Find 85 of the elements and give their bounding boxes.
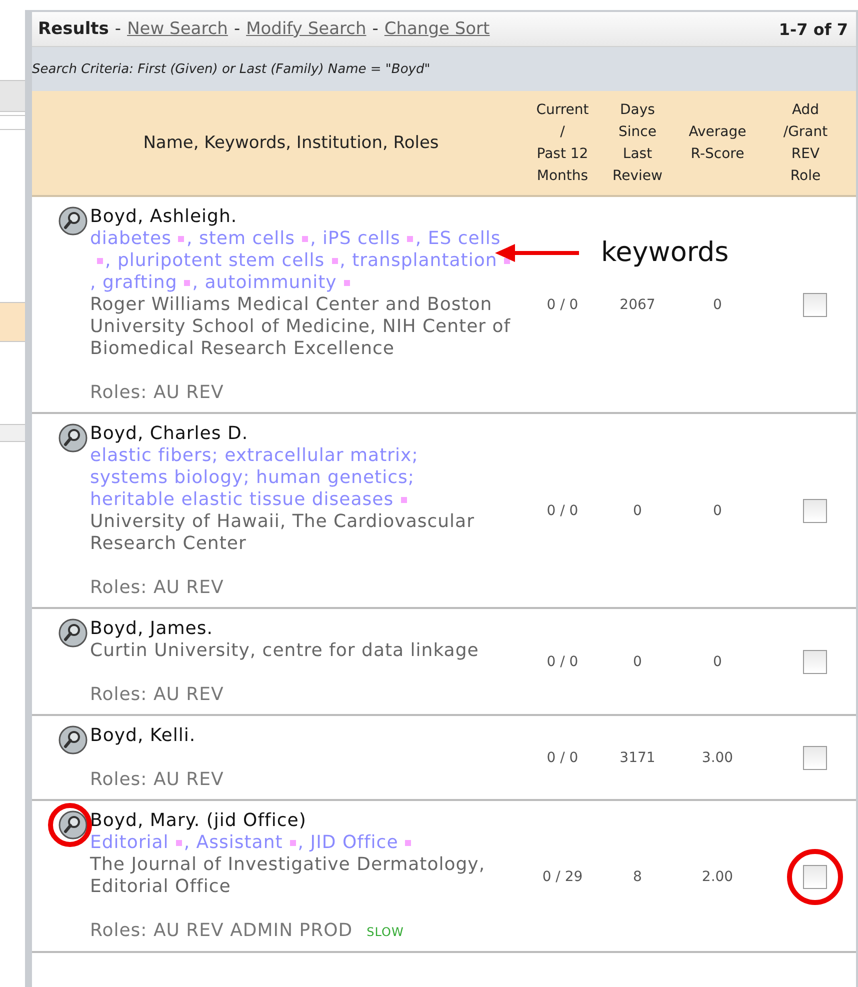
keyword-link[interactable]: Editorial xyxy=(90,832,169,853)
table-cell-text: 0 xyxy=(632,503,643,519)
separator-text: , xyxy=(184,832,190,853)
person-name: Boyd, Ashleigh. xyxy=(90,206,238,228)
table-cell-text: 0 xyxy=(712,297,723,313)
person-name: Boyd, James. xyxy=(90,618,214,640)
person-name: Boyd, Charles D. xyxy=(90,423,250,445)
separator-text: ; xyxy=(212,445,218,466)
separator-text: , xyxy=(105,250,112,271)
table-cell-text: 3.00 xyxy=(700,750,734,766)
separator-text: , xyxy=(192,272,198,293)
keyword-link[interactable]: autoimmunity xyxy=(204,272,337,293)
table-cell-text: 0 / 29 xyxy=(541,868,584,884)
separator-text: ; xyxy=(243,467,250,488)
roles-text: Roles: AU REV ADMIN PROD xyxy=(90,920,353,942)
keyword-link[interactable]: extracellular matrix xyxy=(224,445,412,466)
keyword-link[interactable]: stem cells xyxy=(198,228,296,249)
table-cell-text: 0 xyxy=(712,503,723,519)
checkbox[interactable] xyxy=(802,293,826,317)
person-name: Boyd, Mary. (jid Office) xyxy=(90,810,308,832)
roles-text: Roles: AU REV xyxy=(90,769,224,791)
table-cell-text: 0 / 0 xyxy=(546,297,580,313)
institution-text: The Journal of Investigative Dermatology, Editorial Office xyxy=(90,854,486,898)
keyword-link[interactable]: iPS cells xyxy=(322,228,400,249)
column-header: Current / Past 12 Months xyxy=(535,101,590,186)
table-cell-text: 2067 xyxy=(618,297,656,313)
magnifier-icon[interactable] xyxy=(58,423,88,453)
institution-text: Roger Williams Medical Center and Boston University School of Medicine, NIH Center of Biomedical Research Excellence xyxy=(90,294,512,360)
magnifier-icon[interactable] xyxy=(58,206,88,236)
keyword-link[interactable]: ES cells xyxy=(428,228,501,249)
table-cell-text: 0 / 0 xyxy=(546,503,580,519)
column-header: Days Since Last Review xyxy=(612,101,664,186)
keyword-link[interactable]: diabetes xyxy=(90,228,172,249)
separator-text: , xyxy=(340,250,346,271)
table-cell-text: 0 xyxy=(632,654,643,670)
institution-text: Curtin University, centre for data linkage xyxy=(90,640,480,662)
separator-text: ; xyxy=(412,445,418,466)
roles-text: Roles: AU REV xyxy=(90,577,224,599)
separator-text: , xyxy=(186,228,193,249)
separator-text: - xyxy=(234,19,240,39)
person-name: Boyd, Kelli. xyxy=(90,725,197,747)
column-header: Add /Grant REV Role xyxy=(782,101,829,186)
separator-text: - xyxy=(114,19,122,39)
column-header: Name, Keywords, Institution, Roles xyxy=(142,132,440,154)
checkbox[interactable] xyxy=(802,864,826,888)
checkbox[interactable] xyxy=(802,650,826,674)
institution-text: University of Hawaii, The Cardiovascular Research Center xyxy=(90,511,476,555)
table-cell-text: 2.00 xyxy=(700,868,734,884)
table-cell-text: 8 xyxy=(632,868,643,884)
separator-text: , xyxy=(90,272,96,293)
column-header: Average R-Score xyxy=(688,123,748,164)
magnifier-icon[interactable] xyxy=(58,725,88,755)
header-link[interactable]: New Search xyxy=(127,19,228,39)
separator-text: , xyxy=(298,832,304,853)
checkbox[interactable] xyxy=(802,746,826,770)
search-criteria: Search Criteria: First (Given) or Last (Family) Name = "Boyd" xyxy=(32,47,856,91)
table-cell-text: 0 xyxy=(712,654,723,670)
keyword-link[interactable]: grafting xyxy=(102,272,178,293)
magnifier-icon[interactable] xyxy=(58,810,88,840)
separator-text: , xyxy=(415,228,422,249)
separator-text: ; xyxy=(408,467,414,488)
keyword-link[interactable]: JID Office xyxy=(310,832,398,853)
status-label: SLOW xyxy=(366,924,404,941)
table-cell-text: 0 / 0 xyxy=(546,750,580,766)
keyword-link[interactable]: pluripotent stem cells xyxy=(117,250,325,271)
magnifier-icon[interactable] xyxy=(58,618,88,648)
roles-text: Roles: AU REV xyxy=(90,684,224,706)
header-link[interactable]: Change Sort xyxy=(384,19,490,39)
arrow-icon xyxy=(495,242,579,262)
table-cell-text: 0 / 0 xyxy=(546,654,580,670)
keyword-link[interactable]: transplantation xyxy=(352,250,498,271)
checkbox[interactable] xyxy=(802,499,826,523)
result-count: 1-7 of 7 xyxy=(778,20,848,38)
header-link[interactable]: Modify Search xyxy=(246,19,366,39)
roles-text: Roles: AU REV xyxy=(90,382,224,404)
keyword-link[interactable]: heritable elastic tissue diseases xyxy=(90,489,394,510)
results-title: Results xyxy=(38,19,109,39)
keyword-link[interactable]: Assistant xyxy=(196,832,283,853)
separator-text: , xyxy=(310,228,316,249)
keyword-link[interactable]: elastic fibers xyxy=(90,445,212,466)
keyword-link[interactable]: human genetics xyxy=(256,467,408,488)
table-cell-text: 3171 xyxy=(618,750,656,766)
separator-text: - xyxy=(372,19,378,39)
annotation-label: keywords xyxy=(601,237,729,268)
keyword-link[interactable]: systems biology xyxy=(90,467,244,488)
